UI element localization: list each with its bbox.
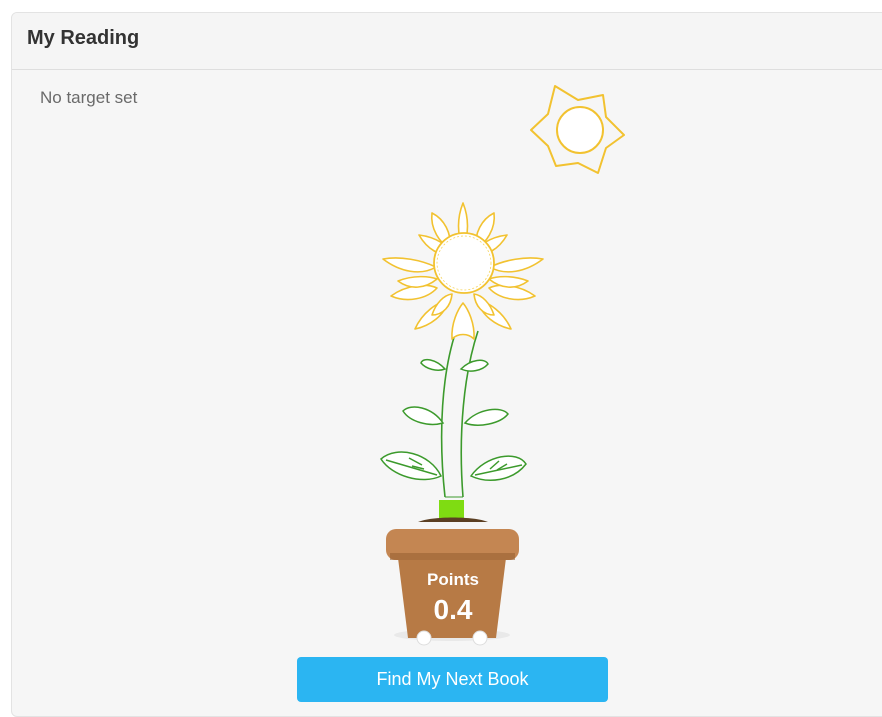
leaf-icon xyxy=(463,408,509,426)
sun-icon xyxy=(530,85,625,174)
sunflower-icon xyxy=(382,202,544,340)
reading-plant-illustration: Points 0.4 xyxy=(380,85,625,646)
my-reading-panel: My Reading No target set Points 0.4 Find… xyxy=(11,12,882,717)
leaf-icon xyxy=(380,451,443,481)
points-value: 0.4 xyxy=(434,594,473,625)
points-label: Points xyxy=(427,570,479,589)
soil xyxy=(418,517,488,522)
leaf-icon xyxy=(459,359,489,372)
leaf-icon xyxy=(420,358,447,371)
sprout-band xyxy=(439,500,464,520)
leaf-icon xyxy=(469,455,527,481)
find-my-next-book-button[interactable]: Find My Next Book xyxy=(297,657,608,702)
leaf-icon xyxy=(402,406,445,426)
